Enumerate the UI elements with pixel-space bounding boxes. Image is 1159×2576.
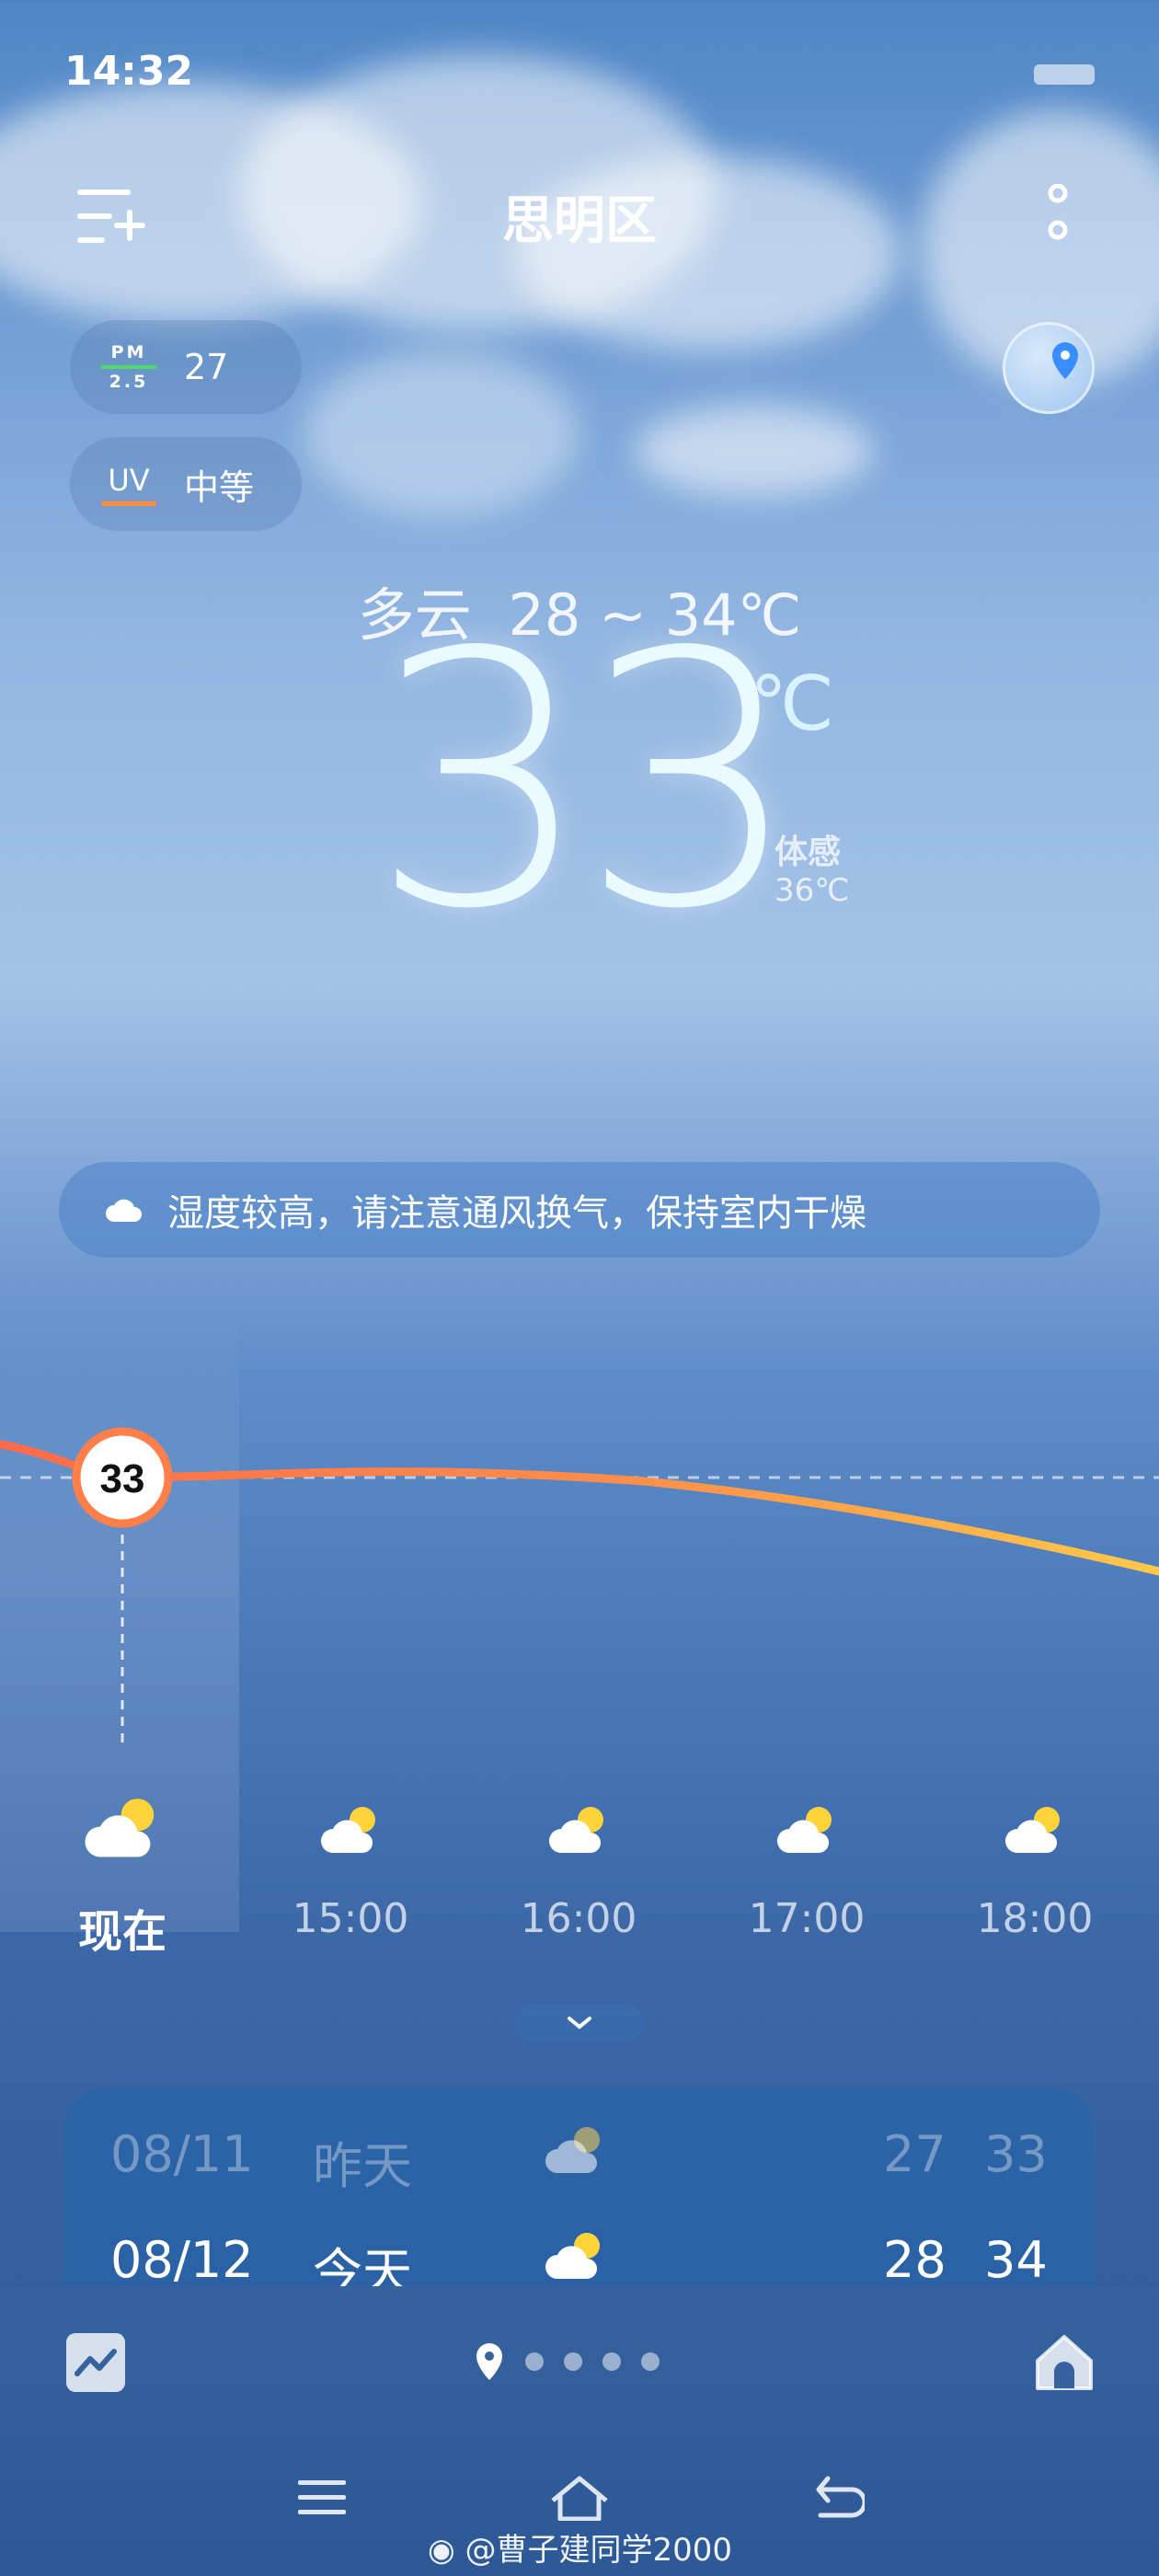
- daily-low: 28: [883, 2231, 947, 2286]
- chevron-down-icon: [568, 2017, 591, 2030]
- current-temp-marker-label: 33: [100, 1456, 145, 1501]
- more-options-button[interactable]: [1039, 183, 1076, 248]
- daily-high: 34: [984, 2231, 1048, 2286]
- back-icon[interactable]: [809, 2475, 865, 2521]
- page-dot[interactable]: [564, 2352, 582, 2371]
- uv-icon: UV: [101, 463, 156, 506]
- system-home-icon[interactable]: [547, 2475, 612, 2521]
- partly-cloudy-icon: [1005, 1807, 1060, 1853]
- daily-row[interactable]: 08/12 今天 28 34: [64, 2231, 1095, 2286]
- partly-cloudy-icon: [321, 1807, 375, 1853]
- recent-apps-icon[interactable]: [294, 2475, 350, 2521]
- partly-cloudy-icon: [85, 1799, 155, 1857]
- uv-label: UV: [108, 462, 150, 498]
- daily-day-name: 今天: [313, 2243, 412, 2286]
- trend-chart-icon: [75, 2349, 117, 2376]
- hourly-temperature-chart[interactable]: 33: [0, 1362, 1159, 1803]
- weather-tip-banner[interactable]: 湿度较高，请注意通风换气，保持室内干燥: [59, 1162, 1100, 1258]
- page-dot[interactable]: [641, 2352, 660, 2371]
- cloud-decoration: [304, 350, 580, 515]
- partly-cloudy-icon: [543, 2123, 607, 2191]
- daily-row[interactable]: 08/11 昨天 27 33: [64, 2125, 1095, 2217]
- more-vertical-icon: [1048, 183, 1068, 240]
- uv-chip[interactable]: UV 中等: [70, 437, 302, 531]
- hourly-time-label: 15:00: [292, 1895, 409, 1942]
- expand-button[interactable]: [515, 2004, 644, 2042]
- weibo-icon: ◉: [428, 2532, 455, 2569]
- city-name: 思明区: [502, 191, 657, 251]
- pm25-chip[interactable]: PM 2.5 27: [70, 320, 302, 414]
- cloud-decoration: [635, 405, 874, 497]
- hourly-time-label: 17:00: [748, 1895, 866, 1942]
- current-temperature: 33: [370, 578, 802, 985]
- uv-level-bar: [101, 500, 156, 506]
- partly-cloudy-icon: [549, 1807, 603, 1853]
- hourly-time-label: 现在: [77, 1906, 166, 1958]
- location-pin-icon: [476, 2343, 502, 2380]
- page-dot[interactable]: [525, 2352, 544, 2371]
- daily-day-name: 昨天: [313, 2137, 412, 2195]
- pm25-value: 27: [184, 347, 229, 387]
- daily-date: 08/11: [110, 2125, 254, 2183]
- uv-value: 中等: [184, 466, 255, 508]
- daily-forecast-card[interactable]: 08/11 昨天 27 33 08/12 今天 28 34: [64, 2088, 1095, 2286]
- feels-like-value: 36℃: [775, 872, 850, 909]
- location-map-button[interactable]: [1003, 322, 1095, 414]
- watermark-text: @曹子建同学2000: [465, 2532, 733, 2569]
- pm25-label-top: PM: [110, 342, 147, 362]
- daily-date: 08/12: [110, 2231, 254, 2286]
- page-dot[interactable]: [602, 2352, 621, 2371]
- pm25-icon: PM 2.5: [101, 342, 156, 392]
- daily-high: 33: [984, 2125, 1048, 2183]
- partly-cloudy-icon: [543, 2229, 607, 2286]
- pm25-label-bottom: 2.5: [109, 372, 149, 392]
- hourly-time-label: 18:00: [976, 1895, 1094, 1942]
- hourly-time-label: 16:00: [520, 1895, 637, 1942]
- temperature-unit: ℃: [750, 661, 835, 748]
- cloud-icon: [106, 1199, 142, 1222]
- house-icon: [1036, 2335, 1093, 2390]
- battery-icon: [1034, 64, 1095, 85]
- city-page-indicator[interactable]: [474, 2341, 660, 2382]
- partly-cloudy-icon: [777, 1807, 832, 1853]
- status-time: 14:32: [64, 48, 194, 95]
- daily-low: 27: [883, 2125, 947, 2183]
- trend-button[interactable]: [66, 2333, 125, 2392]
- temperature-curve: [0, 1440, 1159, 1576]
- weather-tip-text: 湿度较高，请注意通风换气，保持室内干燥: [167, 1192, 866, 1235]
- home-button[interactable]: [1032, 2329, 1096, 2394]
- pm25-level-bar: [101, 365, 156, 369]
- map-pin-icon: [1052, 342, 1078, 379]
- feels-like-label: 体感: [775, 834, 842, 871]
- watermark: ◉ @曹子建同学2000: [428, 2524, 732, 2570]
